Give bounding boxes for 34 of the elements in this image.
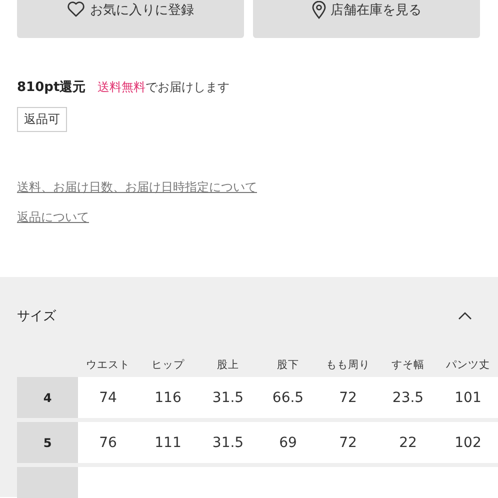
- column-header: ヒップ: [150, 358, 186, 372]
- return-tag: 返品可: [17, 107, 67, 132]
- column-header: ウエスト: [85, 358, 131, 372]
- chevron-icon[interactable]: [458, 312, 472, 320]
- size-label: 5: [17, 422, 78, 463]
- table-cell-text: 69: [278, 434, 298, 452]
- action-button[interactable]: 店舗在庫を見る: [253, 0, 480, 38]
- column-header: 股下: [276, 358, 300, 372]
- shipping-text: 送料無料でお届けします: [98, 78, 230, 96]
- table-cell-text: 22: [398, 434, 418, 452]
- points-text: 810pt還元: [17, 79, 86, 96]
- info-link[interactable]: 送料、お届け日数、お届け日時指定について: [17, 179, 257, 196]
- column-header: パンツ丈: [445, 358, 491, 372]
- table-cell-text: 31.5: [211, 434, 245, 452]
- column-header: 股上: [216, 358, 240, 372]
- table-cell-text: 31.5: [211, 388, 245, 408]
- size-label: 4: [17, 377, 78, 418]
- location-pin-icon: [312, 1, 326, 19]
- table-cell-text: 102: [454, 434, 482, 452]
- table-cell-text: 74: [98, 388, 118, 408]
- section-title: サイズ: [17, 308, 56, 325]
- column-header: すそ幅: [390, 358, 426, 372]
- heart-icon: [67, 1, 85, 17]
- action-button[interactable]: お気に入りに登録: [17, 0, 244, 38]
- column-header: もも周り: [325, 358, 371, 372]
- table-cell-text: 72: [338, 434, 358, 452]
- table-cell-text: 23.5: [391, 388, 425, 408]
- table-cell-text: 66.5: [271, 388, 305, 408]
- table-cell-text: 101: [454, 388, 482, 408]
- table-cell-text: 76: [98, 434, 118, 452]
- table-cell-text: 116: [154, 388, 182, 408]
- info-link[interactable]: 返品について: [17, 209, 89, 226]
- table-cell-text: 111: [154, 434, 182, 452]
- table-cell-text: 72: [338, 388, 358, 408]
